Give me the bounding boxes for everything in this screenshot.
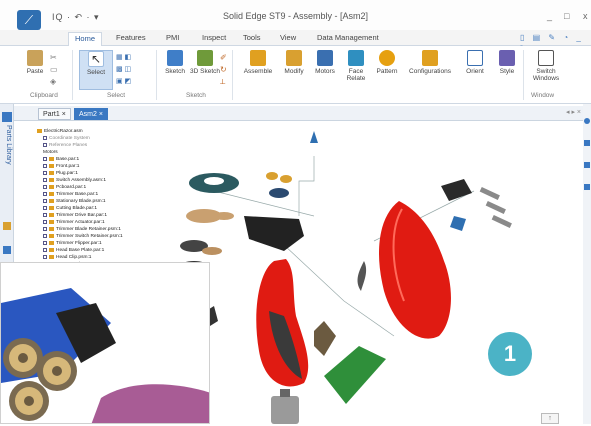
blade-disc-2 [214, 212, 234, 220]
style-icon [499, 50, 515, 66]
right-icon-1[interactable] [584, 118, 590, 124]
panel-icon-2[interactable] [3, 246, 11, 254]
group-label-clipboard: Clipboard [30, 92, 58, 99]
pattern-button[interactable]: Pattern [370, 50, 404, 75]
assembly-pathfinder-tree: ElectricRazor.asm Coordinate System Refe… [37, 128, 147, 275]
orient-icon [467, 50, 483, 66]
assemble-button[interactable]: Assemble [237, 50, 279, 75]
tab-pmi[interactable]: PMI [160, 32, 185, 46]
gear-ring-2 [202, 247, 222, 255]
tree-item[interactable]: Plug.par:1 [37, 170, 147, 177]
tree-item[interactable]: Cutting Blade.par:1 [37, 205, 147, 212]
sketch-icon [167, 50, 183, 66]
orient-button[interactable]: Orient [458, 50, 492, 75]
view-cube-icon[interactable]: ↑ [541, 413, 559, 424]
tab-home[interactable]: Home [68, 32, 103, 46]
sketch-button[interactable]: Sketch [158, 50, 192, 75]
tree-item[interactable]: ElectricRazor.asm [37, 128, 147, 135]
group-label-sketch: Sketch [186, 92, 206, 99]
maximize-button[interactable]: □ [564, 11, 569, 21]
doc-tab-close-icon[interactable]: × [62, 111, 66, 118]
doc-tab-asm2[interactable]: Asm2 × [74, 108, 108, 120]
step-number-badge: 1 [488, 332, 532, 376]
window-title: Solid Edge ST9 - Assembly - [Asm2] [222, 11, 369, 21]
switch-button-part [450, 216, 466, 231]
face-relate-button[interactable]: Face Relate [339, 50, 373, 82]
right-icon-2[interactable] [584, 140, 590, 146]
assemble-icon [250, 50, 266, 66]
group-label-select: Select [107, 92, 126, 99]
modify-icon [286, 50, 302, 66]
tree-item[interactable]: Base.par:1 [37, 156, 147, 163]
clipboard-small-icons[interactable]: ✂ ▭ ◈ [50, 52, 64, 88]
ribbon-tabs: Home Features PMI Inspect Tools View Dat… [0, 30, 591, 51]
tree-item[interactable]: Trimmer Blade Retainer.psm:1 [37, 226, 147, 233]
modify-button[interactable]: Modify [277, 50, 311, 75]
document-tabs: Part1 × Asm2 × ◂ ▸ × [14, 106, 583, 121]
doc-tab-scroll-icons[interactable]: ◂ ▸ × [566, 108, 581, 116]
paste-button[interactable]: Paste [18, 50, 52, 75]
ribbon: Paste ✂ ▭ ◈ ↖ Select ▦ ◧ ▩ ◫ ▣ ◩ Sketch 3D Sk… [0, 46, 591, 104]
right-icon-4[interactable] [584, 184, 590, 190]
doc-tab-part1[interactable]: Part1 × [38, 108, 71, 120]
tree-item[interactable]: Trimmer Flipper.par:1 [37, 240, 147, 247]
panel-tab-icon[interactable] [2, 112, 12, 122]
tab-inspect[interactable]: Inspect [196, 32, 232, 46]
pcboard-part [324, 346, 386, 404]
tree-item[interactable]: Trimmer Base.par:1 [37, 191, 147, 198]
tab-tools[interactable]: Tools [237, 32, 267, 46]
doc-tab-close-icon[interactable]: × [99, 111, 103, 118]
tree-item[interactable]: Switch Assembly.asm:1 [37, 177, 147, 184]
configurations-icon [422, 50, 438, 66]
tree-item[interactable]: Pcboard.par:1 [37, 184, 147, 191]
tree-item[interactable]: Trimmer Switch Retainer.psm:1 [37, 233, 147, 240]
tree-item[interactable]: Trimmer Actuator.par:1 [37, 219, 147, 226]
face-relate-icon [348, 50, 364, 66]
battery-clips [479, 186, 512, 228]
right-panel-strip [583, 104, 591, 424]
tree-item[interactable]: Reference Planes [37, 142, 147, 149]
tab-features[interactable]: Features [110, 32, 152, 46]
configurations-button[interactable]: Configurations [405, 50, 455, 75]
head-base-plate [244, 216, 304, 251]
parts-library-tab[interactable]: Parts Library [2, 125, 12, 165]
cursor-icon: ↖ [88, 51, 104, 67]
title-bar: ⟋ IQ · ↶ · ▾ Solid Edge ST9 - Assembly -… [0, 0, 591, 30]
select-small-icons[interactable]: ▦ ◧ ▩ ◫ ▣ ◩ [116, 52, 150, 88]
3d-sketch-button[interactable]: 3D Sketch [188, 50, 222, 75]
cutter-heads [266, 172, 292, 198]
tree-item[interactable]: Coordinate System [37, 135, 147, 142]
assembly-pin-part [310, 131, 318, 143]
panel-icon-1[interactable] [3, 222, 11, 230]
motors-icon [317, 50, 333, 66]
motors-button[interactable]: Motors [308, 50, 342, 75]
minimize-button[interactable]: _ [547, 11, 552, 21]
motor-part [271, 396, 299, 424]
switch-windows-button[interactable]: Switch Windows [527, 50, 565, 82]
switch-windows-icon [538, 50, 554, 66]
tree-item[interactable]: Head Base Plate.par:1 [37, 247, 147, 254]
tree-item[interactable]: Head Clip.psm:1 [37, 254, 147, 261]
battery-cover-part [441, 179, 472, 201]
spring-clip-part [357, 261, 367, 291]
tree-item[interactable]: Front.par:1 [37, 163, 147, 170]
tab-view[interactable]: View [274, 32, 302, 46]
tree-item[interactable]: Trimmer Drive Bar.par:1 [37, 212, 147, 219]
right-icon-3[interactable] [584, 162, 590, 168]
tab-data-management[interactable]: Data Management [311, 32, 385, 46]
group-label-window: Window [531, 92, 555, 99]
rear-housing-part [379, 201, 451, 339]
razor-photo [1, 263, 209, 423]
tree-item[interactable]: Motors [37, 149, 147, 156]
trimmer-actuator-part [314, 321, 336, 356]
select-button[interactable]: ↖ Select [79, 50, 113, 90]
tree-item[interactable]: Stationary Blade.psm:1 [37, 198, 147, 205]
pattern-icon [379, 50, 395, 66]
style-button[interactable]: Style [490, 50, 524, 75]
3d-sketch-icon [197, 50, 213, 66]
product-photo-inset [0, 262, 210, 424]
close-button[interactable]: x [583, 11, 588, 21]
sketch-small-icons[interactable]: ✐ ↻ ⟂ [220, 52, 227, 88]
clipboard-icon [27, 50, 43, 66]
